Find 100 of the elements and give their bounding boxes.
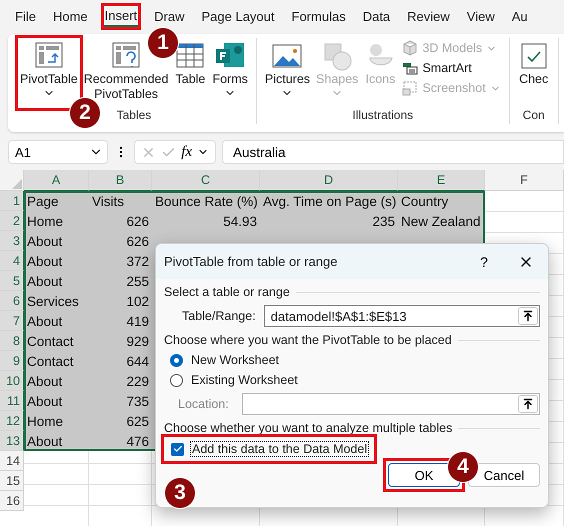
radio-label: New Worksheet <box>191 353 279 367</box>
row-header[interactable]: 2 <box>0 211 24 231</box>
row-header[interactable]: 14 <box>0 451 24 471</box>
location-label: Location: <box>178 397 230 411</box>
table-cell-text: 626 <box>125 212 150 230</box>
table-cell-text: New Zealand <box>400 212 482 230</box>
table-cell-text: About <box>26 392 64 410</box>
table-cell-text: About <box>26 372 64 390</box>
column-header[interactable]: C <box>152 170 260 191</box>
table-cell-text: 54.93 <box>222 212 258 230</box>
row-header[interactable]: 11 <box>0 391 24 411</box>
ribbon-tab[interactable]: Formulas <box>290 6 347 26</box>
range-label: Table/Range: <box>182 309 256 323</box>
table-cell-text: 102 <box>125 292 150 310</box>
table-cell-text: Services <box>26 292 80 310</box>
section-label: Choose where you want the PivotTable to be placed <box>164 333 452 347</box>
row-header[interactable]: 5 <box>0 271 24 291</box>
row-header[interactable]: 6 <box>0 291 24 311</box>
row-header[interactable]: 12 <box>0 411 24 431</box>
table-cell-text: About <box>26 272 64 290</box>
dialog-button[interactable]: Cancel <box>468 463 540 487</box>
column-header[interactable]: A <box>24 170 89 191</box>
checkbox[interactable] <box>171 442 184 456</box>
row-header[interactable]: 3 <box>0 231 24 251</box>
table-cell-text: Home <box>26 412 64 430</box>
radio-button[interactable] <box>170 374 183 386</box>
row-header[interactable]: 7 <box>0 311 24 331</box>
smartart-icon <box>402 60 418 76</box>
row-header[interactable]: 9 <box>0 351 24 371</box>
table-cell-text: 929 <box>125 332 150 350</box>
table-cell-text: 735 <box>125 392 150 410</box>
table-cell-text: About <box>26 432 64 450</box>
row-header[interactable]: 10 <box>0 371 24 391</box>
group-label: Con <box>522 108 545 124</box>
ribbon-tab[interactable]: Insert <box>104 6 138 26</box>
table-cell-text: Visits <box>91 192 126 210</box>
table-cell-text: 419 <box>125 312 150 330</box>
ribbon-tab[interactable]: Review <box>406 6 451 26</box>
range-field[interactable]: datamodel!$A$1:$E$13 <box>264 305 540 327</box>
table-cell-text: 235 <box>371 212 396 230</box>
section-label: Choose whether you want to analyze multiple tables <box>164 421 452 435</box>
table-cell-text: Country <box>400 192 450 211</box>
help-button[interactable]: ? <box>464 252 504 270</box>
ribbon-tab[interactable]: View <box>466 6 496 26</box>
column-header[interactable]: B <box>89 170 152 191</box>
ribbon-button[interactable]: SmartArt <box>400 60 503 76</box>
column-header[interactable]: E <box>398 170 485 191</box>
row-header[interactable]: 16 <box>0 491 24 511</box>
radio-button[interactable] <box>170 354 183 366</box>
arrow-up-icon <box>522 310 534 322</box>
arrow-up-icon <box>522 398 534 410</box>
step-badge: 1 <box>148 28 178 58</box>
ribbon-tab[interactable]: File <box>14 6 37 26</box>
ribbon-tab[interactable]: Data <box>362 6 392 26</box>
insert-function-button[interactable]: fx <box>181 144 192 160</box>
table-cell-text: 625 <box>125 412 150 430</box>
group-label: Illustrations <box>352 108 414 124</box>
ribbon-tab[interactable]: Home <box>52 6 89 26</box>
table-cell-text: Contact <box>26 352 75 370</box>
table-cell-text: About <box>26 312 64 330</box>
dialog-title: PivotTable from table or range <box>164 254 338 269</box>
table-cell-text: 255 <box>125 272 150 290</box>
table-cell-text: 644 <box>125 352 150 370</box>
table-cell-text: Avg. Time on Page (s) <box>262 192 398 211</box>
table-cell-text: Bounce Rate (%) <box>154 192 259 211</box>
row-header[interactable]: 15 <box>0 471 24 491</box>
ribbon-button[interactable]: Forms <box>210 38 250 101</box>
table-cell-text: Page <box>26 192 60 211</box>
ribbon-tab[interactable]: Page Layout <box>200 6 276 26</box>
section-label: Select a table or range <box>164 285 290 299</box>
models-icon <box>402 40 418 56</box>
radio-label: Existing Worksheet <box>191 373 298 387</box>
row-header[interactable]: 8 <box>0 331 24 351</box>
screenshot-icon <box>402 80 418 96</box>
ribbon-tab[interactable]: Draw <box>153 6 186 26</box>
table-cell-text: Contact <box>26 332 75 350</box>
collapse-button[interactable] <box>518 307 538 325</box>
location-field[interactable] <box>242 393 540 415</box>
name-box[interactable]: A1 <box>8 140 108 164</box>
table-cell-text: 626 <box>125 232 150 250</box>
triangle-icon <box>11 178 23 190</box>
ribbon-button[interactable]: Pictures <box>262 38 312 101</box>
column-header[interactable]: F <box>485 170 564 191</box>
ribbon-button[interactable]: Chec <box>516 38 552 89</box>
ribbon-button[interactable]: PivotTable <box>18 38 80 101</box>
table-cell-text: 476 <box>125 432 150 450</box>
table-cell-text: Home <box>26 212 64 230</box>
check-icon <box>172 444 182 454</box>
table-cell-text: 229 <box>125 372 150 390</box>
table-cell-text: About <box>26 252 64 270</box>
row-header[interactable]: 4 <box>0 251 24 271</box>
table-cell-text: About <box>26 232 64 250</box>
collapse-button[interactable] <box>518 395 538 413</box>
column-header[interactable]: D <box>260 170 398 191</box>
formula-field[interactable]: Australia <box>222 140 564 164</box>
checkbox-label: Add this data to the Data Model <box>190 441 370 457</box>
row-header[interactable]: 1 <box>0 191 24 211</box>
ribbon-tab[interactable]: Au <box>510 6 529 26</box>
row-header[interactable]: 13 <box>0 431 24 451</box>
group-label: Tables <box>116 108 152 124</box>
